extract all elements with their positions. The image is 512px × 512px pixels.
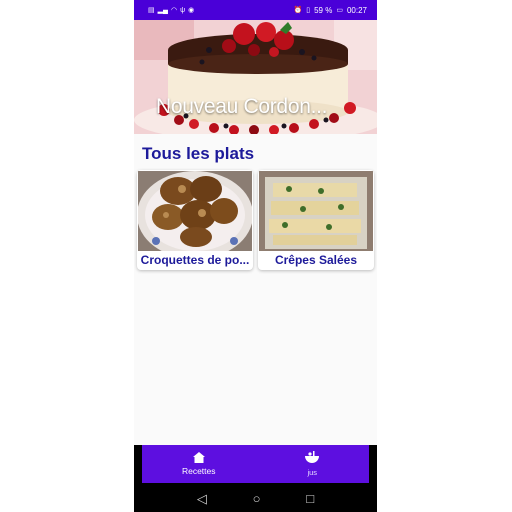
- wifi-icon: ◠: [170, 6, 178, 14]
- system-navigation-bar: ◁ ○ □: [134, 485, 377, 512]
- juice-icon: [305, 451, 320, 463]
- battery-icon: ▭: [336, 6, 343, 14]
- recipe-card[interactable]: Crêpes Salées: [258, 170, 374, 270]
- nav-item-jus[interactable]: jus: [256, 445, 370, 483]
- signal-icon: ▂▄: [157, 6, 168, 14]
- usb-icon: ψ: [180, 6, 186, 14]
- home-circle-icon[interactable]: ○: [253, 491, 261, 506]
- bottom-navigation-bar: Recettes jus: [142, 445, 369, 483]
- app-notification-icon: ◉: [188, 6, 195, 14]
- hero-title: Nouveau Cordon...: [156, 95, 328, 118]
- vibrate-icon: ▯: [306, 6, 311, 14]
- recipe-image: [259, 171, 373, 251]
- recipe-title: Crêpes Salées: [274, 253, 358, 267]
- status-bar: ▤ ▂▄ ◠ ψ ◉ ⏰ ▯ 59 % ▭ 00:27: [134, 0, 377, 20]
- sim-icon: ▤: [148, 6, 155, 14]
- recipe-title: Croquettes de po...: [140, 253, 250, 267]
- nav-item-recettes[interactable]: Recettes: [142, 445, 256, 483]
- home-icon: [192, 452, 205, 463]
- nav-label-jus: jus: [307, 468, 318, 477]
- battery-percent: 59 %: [314, 5, 333, 15]
- hero-banner[interactable]: Nouveau Cordon...: [134, 20, 377, 134]
- recents-icon[interactable]: □: [306, 491, 314, 506]
- status-left-icons: ▤ ▂▄ ◠ ψ ◉: [148, 7, 194, 14]
- nav-label-recettes: Recettes: [181, 466, 216, 476]
- back-icon[interactable]: ◁: [197, 491, 207, 507]
- bottom-navigation: Recettes jus: [134, 445, 377, 485]
- alarm-icon: ⏰: [293, 6, 303, 14]
- recipe-card[interactable]: Croquettes de po...: [137, 170, 253, 270]
- recipe-image: [138, 171, 252, 251]
- section-title: Tous les plats: [142, 144, 255, 163]
- clock: 00:27: [346, 5, 367, 15]
- phone-screen: ▤ ▂▄ ◠ ψ ◉ ⏰ ▯ 59 % ▭ 00:27 Nouveau Cord…: [134, 0, 377, 512]
- status-right: ⏰ ▯ 59 % ▭ 00:27: [294, 6, 367, 15]
